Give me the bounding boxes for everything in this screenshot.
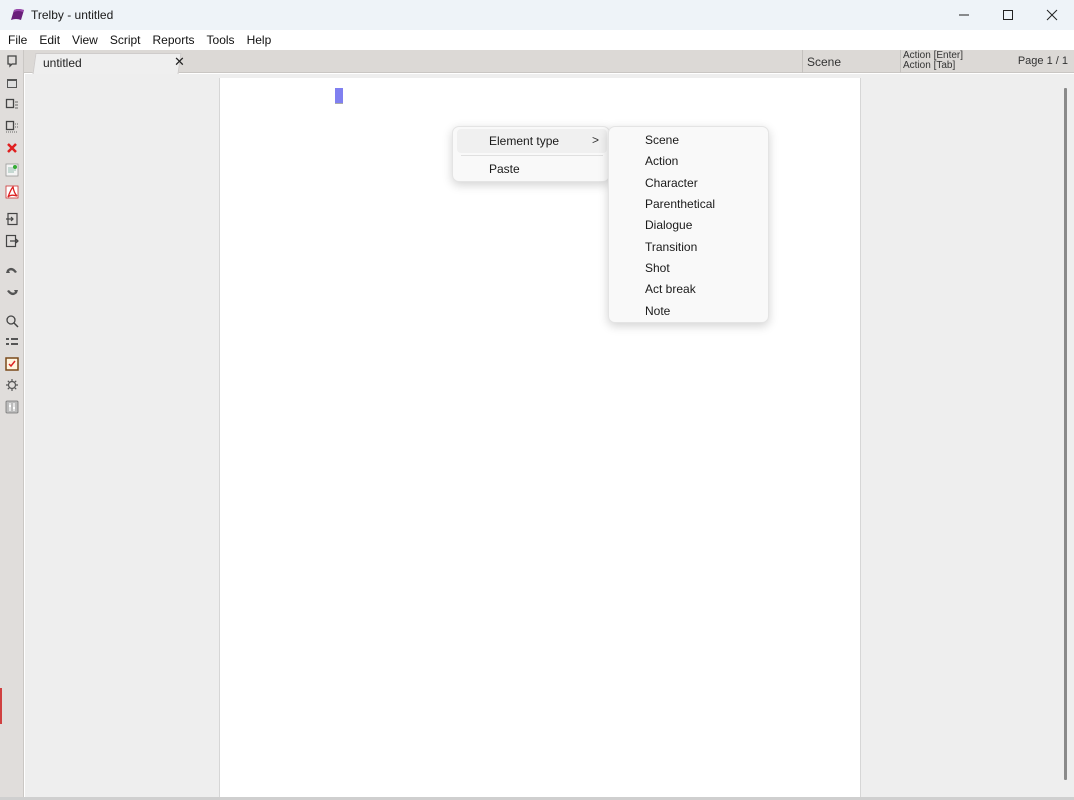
undo-icon bbox=[5, 267, 17, 273]
export-pdf-button[interactable] bbox=[3, 183, 20, 200]
menu-item-paste[interactable]: Paste bbox=[457, 157, 607, 181]
menu-reports[interactable]: Reports bbox=[147, 30, 201, 50]
submenu-item-character[interactable]: Character bbox=[613, 172, 766, 193]
menu-script[interactable]: Script bbox=[104, 30, 147, 50]
text-cursor bbox=[335, 88, 343, 104]
undo-button[interactable] bbox=[3, 262, 20, 279]
tab-untitled[interactable]: untitled ✕ bbox=[40, 53, 185, 73]
new-document-button[interactable] bbox=[3, 52, 20, 69]
save-icon bbox=[5, 98, 18, 108]
import-button[interactable] bbox=[3, 210, 20, 227]
context-menu: Element type > Paste bbox=[452, 126, 610, 182]
maximize-button[interactable] bbox=[986, 0, 1030, 30]
menu-edit[interactable]: Edit bbox=[33, 30, 66, 50]
open-button[interactable] bbox=[3, 74, 20, 91]
title-bar: Trelby - untitled bbox=[0, 0, 1074, 30]
element-shortcuts: Action [Enter] Action [Tab] bbox=[900, 50, 990, 73]
element-type-submenu: Scene Action Character Parenthetical Dia… bbox=[608, 126, 769, 323]
trelby-app-icon bbox=[11, 9, 24, 20]
save-as-button[interactable] bbox=[3, 117, 20, 134]
page-indicator: Page 1 / 1 bbox=[1017, 55, 1068, 67]
save-as-icon bbox=[5, 120, 18, 132]
tab-label: untitled bbox=[43, 56, 82, 70]
submenu-item-dialogue[interactable]: Dialogue bbox=[613, 214, 766, 235]
close-icon bbox=[6, 142, 17, 153]
export-icon bbox=[5, 234, 19, 247]
export-button[interactable] bbox=[3, 232, 20, 249]
script-settings-button[interactable] bbox=[3, 398, 20, 415]
spell-check-icon bbox=[4, 356, 19, 371]
save-button[interactable] bbox=[3, 95, 20, 112]
find-icon bbox=[5, 314, 19, 328]
import-icon bbox=[5, 212, 18, 225]
menu-item-label: Paste bbox=[489, 162, 520, 176]
menu-file[interactable]: File bbox=[2, 30, 33, 50]
edge-accent bbox=[0, 688, 2, 724]
pdf-icon bbox=[5, 185, 18, 198]
submenu-item-transition[interactable]: Transition bbox=[613, 236, 766, 257]
minimize-button[interactable] bbox=[942, 0, 986, 30]
window-title: Trelby - untitled bbox=[31, 8, 114, 22]
submenu-item-act-break[interactable]: Act break bbox=[613, 278, 766, 299]
menu-tools[interactable]: Tools bbox=[201, 30, 241, 50]
submenu-item-action[interactable]: Action bbox=[613, 150, 766, 171]
new-document-icon bbox=[6, 54, 17, 68]
open-folder-icon bbox=[6, 78, 17, 88]
window-controls bbox=[942, 0, 1074, 30]
import-script-icon bbox=[5, 163, 18, 176]
spell-check-button[interactable] bbox=[3, 355, 20, 372]
list-button[interactable] bbox=[3, 333, 20, 350]
settings-button[interactable] bbox=[3, 376, 20, 393]
menu-separator bbox=[461, 155, 603, 156]
menu-item-element-type[interactable]: Element type > bbox=[457, 129, 607, 153]
find-button[interactable] bbox=[3, 312, 20, 329]
submenu-item-parenthetical[interactable]: Parenthetical bbox=[613, 193, 766, 214]
close-window-button[interactable] bbox=[1030, 0, 1074, 30]
import-script-button[interactable] bbox=[3, 161, 20, 178]
chevron-right-icon: > bbox=[591, 133, 599, 147]
menu-view[interactable]: View bbox=[66, 30, 104, 50]
close-window-icon bbox=[1046, 9, 1058, 21]
redo-button[interactable] bbox=[3, 283, 20, 300]
submenu-item-shot[interactable]: Shot bbox=[613, 257, 766, 278]
redo-icon bbox=[6, 289, 18, 295]
menu-help[interactable]: Help bbox=[241, 30, 278, 50]
vertical-toolbar bbox=[0, 50, 24, 800]
menu-bar: File Edit View Script Reports Tools Help bbox=[0, 30, 1074, 50]
maximize-icon bbox=[1003, 10, 1013, 20]
tab-action: Action [Tab] bbox=[903, 60, 956, 71]
list-icon bbox=[5, 337, 18, 345]
scrollbar-thumb[interactable] bbox=[1064, 88, 1067, 780]
submenu-item-note[interactable]: Note bbox=[613, 300, 766, 321]
submenu-item-scene[interactable]: Scene bbox=[613, 129, 766, 150]
current-element-type: Scene bbox=[802, 50, 900, 73]
tab-bar: untitled ✕ bbox=[24, 50, 802, 74]
tab-close-icon[interactable]: ✕ bbox=[174, 54, 185, 70]
minimize-icon bbox=[959, 14, 969, 16]
menu-item-label: Element type bbox=[489, 134, 560, 148]
settings-icon bbox=[5, 378, 18, 391]
status-area: Scene Action [Enter] Action [Tab] Page 1… bbox=[802, 50, 1074, 73]
script-settings-icon bbox=[5, 400, 18, 413]
close-script-button[interactable] bbox=[3, 139, 20, 156]
